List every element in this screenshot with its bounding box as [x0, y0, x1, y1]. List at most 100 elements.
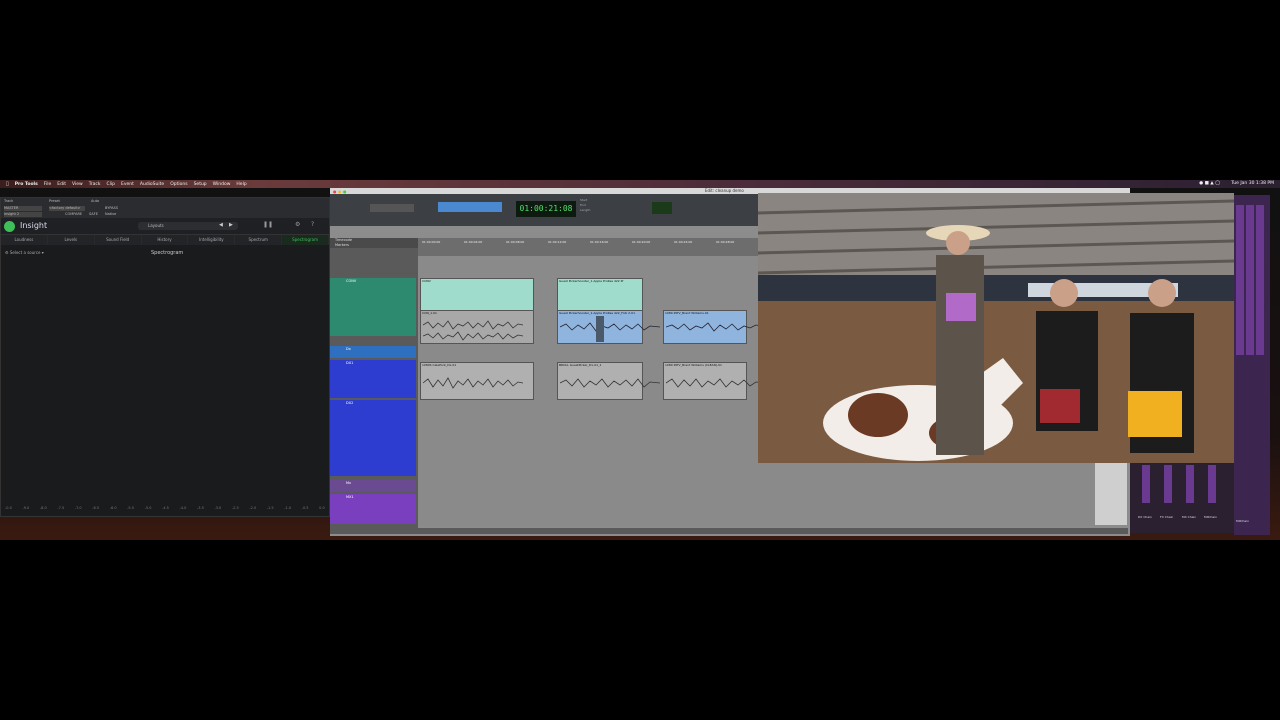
- clip[interactable]: 1080 INTV_Brent Williams (CLEAN)-01: [663, 362, 766, 400]
- window-title: Edit: cleanup demo: [705, 188, 744, 193]
- fader[interactable]: [1164, 465, 1172, 503]
- status-icons[interactable]: ● ■ ▲ ◯: [1199, 181, 1220, 186]
- scale-tick: -6.5: [92, 506, 100, 510]
- scale-tick: -5.0: [144, 506, 152, 510]
- clip[interactable]: 1080 INTV_Brent Williams-01: [663, 310, 766, 344]
- tab-spectrum[interactable]: Spectrum: [235, 235, 283, 245]
- strip-label: MXChain: [1204, 515, 1217, 519]
- settings-icon[interactable]: ⚙: [295, 221, 300, 228]
- clip[interactable]: CONV: [420, 278, 534, 312]
- track-select[interactable]: MASTER: [4, 206, 42, 211]
- menu-setup[interactable]: Setup: [194, 182, 207, 187]
- clip-label: 1080 INTV_Brent Williams-01: [665, 311, 709, 315]
- video-frame: [758, 193, 1234, 463]
- clip[interactable]: 1080S CalePont_Dx-01: [420, 362, 534, 400]
- timeline-ruler[interactable]: 01:00:00:00 01:00:04:00 01:00:08:00 01:0…: [418, 238, 758, 256]
- tab-sound-field[interactable]: Sound Field: [94, 235, 142, 245]
- app-menu[interactable]: Pro Tools: [15, 182, 38, 187]
- menu-window[interactable]: Window: [213, 182, 231, 187]
- playhead-cursor[interactable]: [596, 316, 604, 342]
- clip-label: Guest Pickerhooster_1.Apple ProRes 422_F…: [559, 311, 635, 315]
- fader[interactable]: [1236, 205, 1244, 355]
- fader[interactable]: [1186, 465, 1194, 503]
- layouts-dropdown[interactable]: Layouts: [138, 222, 238, 230]
- fader[interactable]: [1208, 465, 1216, 503]
- clip-label: 1080S CalePont_Dx-01: [422, 363, 457, 367]
- menu-view[interactable]: View: [72, 182, 83, 187]
- app-title: Insight: [20, 221, 48, 230]
- plugin-header: Track Preset Auto MASTER <factory defaul…: [1, 198, 329, 218]
- track-dx1[interactable]: DX1: [330, 360, 416, 398]
- menu-edit[interactable]: Edit: [57, 182, 66, 187]
- mixer-strips: DX Chain FX Chain MX Chain MXChain: [1130, 463, 1238, 533]
- spectrogram-scale: -0.0 -9.0 -8.0 -7.5 -7.0 -6.5 -6.0 -5.5 …: [5, 506, 325, 510]
- bypass-button[interactable]: BYPASS: [105, 206, 118, 210]
- scale-tick: -0.0: [5, 506, 12, 510]
- menu-help[interactable]: Help: [236, 182, 246, 187]
- fader[interactable]: [1256, 205, 1264, 355]
- menubar-clock[interactable]: Tue Jan 30 1:38 PM: [1231, 181, 1274, 186]
- track-conv[interactable]: CONV: [330, 278, 416, 336]
- scale-tick: -2.5: [231, 506, 239, 510]
- track-dx3[interactable]: [330, 438, 416, 476]
- tab-intelligibility[interactable]: Intelligibility: [188, 235, 236, 245]
- next-layout-icon[interactable]: ▶: [229, 222, 233, 228]
- edit-tools[interactable]: [438, 202, 502, 212]
- menu-track[interactable]: Track: [89, 182, 101, 187]
- menu-file[interactable]: File: [44, 182, 52, 187]
- clip[interactable]: Guest Pickerhooster_1.Apple ProRes 422 I…: [557, 278, 643, 312]
- clip-label: BROLL GuestPicker_Dx-01_1: [559, 363, 602, 367]
- scale-tick: -5.5: [127, 506, 135, 510]
- scale-tick: -1.5: [266, 506, 274, 510]
- clip[interactable]: CON_1.01: [420, 310, 534, 344]
- clip[interactable]: BROLL GuestPicker_Dx-01_1: [557, 362, 660, 400]
- menu-bar:  Pro Tools File Edit View Track Clip Ev…: [0, 180, 1280, 188]
- ruler-tick: 01:00:24:00: [674, 240, 693, 244]
- track-name: Dx: [346, 347, 351, 351]
- track-mx[interactable]: Mx: [330, 480, 416, 492]
- preset-select[interactable]: <factory default>: [49, 206, 85, 211]
- scale-tick: -4.5: [162, 506, 169, 510]
- clip-label: 1080 INTV_Brent Williams (CLEAN)-01: [665, 363, 722, 367]
- transport-buttons[interactable]: [370, 204, 414, 212]
- pause-icon[interactable]: ❚❚: [263, 221, 273, 228]
- menu-clip[interactable]: Clip: [106, 182, 115, 187]
- source-label: Select a source: [9, 250, 41, 255]
- fader[interactable]: [1246, 205, 1254, 355]
- waveform: [560, 322, 660, 332]
- grid-nudge-display[interactable]: [652, 202, 672, 214]
- ruler-tick: 01:00:20:00: [632, 240, 651, 244]
- help-icon[interactable]: ?: [311, 221, 314, 228]
- insert-select[interactable]: Insight 2: [4, 212, 42, 217]
- native-button[interactable]: Native: [105, 212, 116, 216]
- insight-logo-icon: [4, 221, 15, 232]
- safe-button[interactable]: SAFE: [89, 212, 98, 216]
- source-select[interactable]: ⚙ Select a source ▾: [5, 250, 44, 255]
- fader[interactable]: [1142, 465, 1150, 503]
- track-label: Track: [4, 199, 14, 203]
- prev-layout-icon[interactable]: ◀: [219, 222, 223, 228]
- ruler-tick: 01:00:12:00: [548, 240, 567, 244]
- main-counter[interactable]: 01:00:21:08: [516, 201, 576, 217]
- menu-options[interactable]: Options: [170, 182, 187, 187]
- track-dx[interactable]: Dx: [330, 346, 416, 358]
- timecode-ruler-label: Timecode: [335, 238, 353, 242]
- track-mx1[interactable]: MX1: [330, 494, 416, 524]
- apple-icon[interactable]: : [6, 182, 9, 187]
- tab-loudness[interactable]: Loudness: [1, 235, 48, 245]
- tab-spectrogram[interactable]: Spectrogram: [282, 235, 330, 245]
- ruler-tick: 01:00:28:00: [716, 240, 735, 244]
- compare-button[interactable]: COMPARE: [65, 212, 82, 216]
- video-window: [758, 193, 1234, 463]
- tab-history[interactable]: History: [141, 235, 189, 245]
- strip-label: DX Chain: [1138, 515, 1152, 519]
- tab-levels[interactable]: Levels: [47, 235, 95, 245]
- module-tabs: Loudness Levels Sound Field History Inte…: [1, 235, 330, 245]
- track-dx2[interactable]: DX2: [330, 400, 416, 438]
- menu-event[interactable]: Event: [121, 182, 134, 187]
- horizontal-scrollbar[interactable]: [330, 528, 1128, 534]
- scale-tick: -2.0: [249, 506, 257, 510]
- ruler-tick: 01:00:04:00: [464, 240, 483, 244]
- edit-window-corner: [1095, 463, 1127, 525]
- menu-audiosuite[interactable]: AudioSuite: [140, 182, 164, 187]
